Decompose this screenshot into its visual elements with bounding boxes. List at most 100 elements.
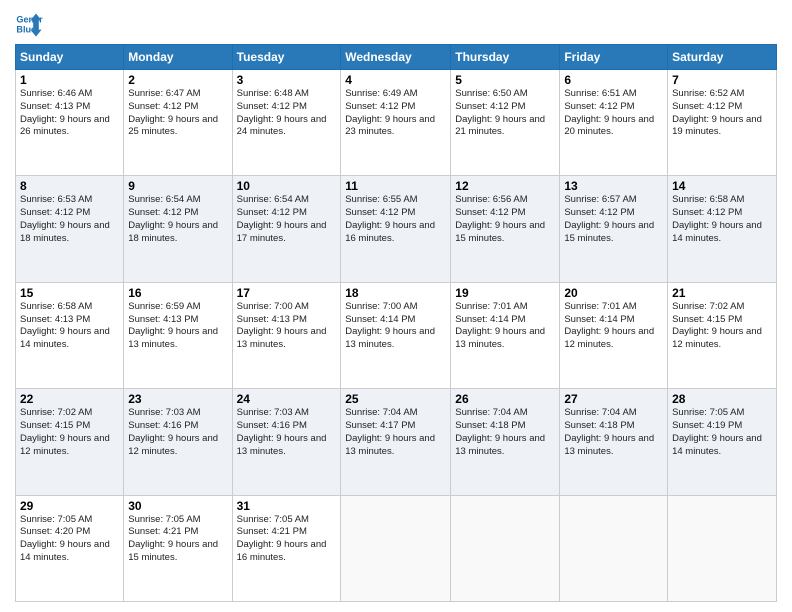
- day-number: 19: [455, 286, 555, 300]
- sunset-label: Sunset: 4:12 PM: [345, 101, 415, 112]
- sunset-label: Sunset: 4:12 PM: [564, 101, 634, 112]
- sunset-label: Sunset: 4:13 PM: [20, 314, 90, 325]
- daylight-label: Daylight: 9 hours and 12 minutes.: [672, 326, 762, 350]
- day-info: Sunrise: 7:05 AM Sunset: 4:19 PM Dayligh…: [672, 407, 772, 458]
- day-header-wednesday: Wednesday: [341, 45, 451, 70]
- sunset-label: Sunset: 4:15 PM: [672, 314, 742, 325]
- calendar-cell: 23 Sunrise: 7:03 AM Sunset: 4:16 PM Dayl…: [124, 389, 232, 495]
- sunset-label: Sunset: 4:13 PM: [128, 314, 198, 325]
- calendar-week-1: 1 Sunrise: 6:46 AM Sunset: 4:13 PM Dayli…: [16, 70, 777, 176]
- sunrise-label: Sunrise: 7:01 AM: [455, 301, 527, 312]
- day-info: Sunrise: 6:51 AM Sunset: 4:12 PM Dayligh…: [564, 88, 663, 139]
- page: General Blue SundayMondayTuesdayWednesda…: [0, 0, 792, 612]
- sunset-label: Sunset: 4:19 PM: [672, 420, 742, 431]
- sunrise-label: Sunrise: 7:04 AM: [345, 407, 417, 418]
- day-info: Sunrise: 6:56 AM Sunset: 4:12 PM Dayligh…: [455, 194, 555, 245]
- sunrise-label: Sunrise: 6:47 AM: [128, 88, 200, 99]
- day-number: 27: [564, 392, 663, 406]
- calendar-cell: 27 Sunrise: 7:04 AM Sunset: 4:18 PM Dayl…: [560, 389, 668, 495]
- sunset-label: Sunset: 4:20 PM: [20, 526, 90, 537]
- sunrise-label: Sunrise: 7:05 AM: [672, 407, 744, 418]
- sunrise-label: Sunrise: 6:50 AM: [455, 88, 527, 99]
- day-info: Sunrise: 6:55 AM Sunset: 4:12 PM Dayligh…: [345, 194, 446, 245]
- day-number: 17: [237, 286, 337, 300]
- calendar-cell: 3 Sunrise: 6:48 AM Sunset: 4:12 PM Dayli…: [232, 70, 341, 176]
- calendar-cell: [668, 495, 777, 601]
- day-info: Sunrise: 6:50 AM Sunset: 4:12 PM Dayligh…: [455, 88, 555, 139]
- sunrise-label: Sunrise: 6:59 AM: [128, 301, 200, 312]
- daylight-label: Daylight: 9 hours and 16 minutes.: [237, 539, 327, 563]
- sunrise-label: Sunrise: 6:57 AM: [564, 194, 636, 205]
- sunrise-label: Sunrise: 7:02 AM: [672, 301, 744, 312]
- day-info: Sunrise: 6:47 AM Sunset: 4:12 PM Dayligh…: [128, 88, 227, 139]
- daylight-label: Daylight: 9 hours and 14 minutes.: [20, 326, 110, 350]
- calendar-cell: 24 Sunrise: 7:03 AM Sunset: 4:16 PM Dayl…: [232, 389, 341, 495]
- sunset-label: Sunset: 4:12 PM: [237, 207, 307, 218]
- day-number: 6: [564, 73, 663, 87]
- day-header-friday: Friday: [560, 45, 668, 70]
- day-number: 18: [345, 286, 446, 300]
- daylight-label: Daylight: 9 hours and 19 minutes.: [672, 114, 762, 138]
- daylight-label: Daylight: 9 hours and 14 minutes.: [672, 220, 762, 244]
- daylight-label: Daylight: 9 hours and 14 minutes.: [20, 539, 110, 563]
- calendar-header-row: SundayMondayTuesdayWednesdayThursdayFrid…: [16, 45, 777, 70]
- calendar-cell: 19 Sunrise: 7:01 AM Sunset: 4:14 PM Dayl…: [451, 282, 560, 388]
- daylight-label: Daylight: 9 hours and 13 minutes.: [345, 433, 435, 457]
- day-header-thursday: Thursday: [451, 45, 560, 70]
- sunset-label: Sunset: 4:12 PM: [128, 101, 198, 112]
- daylight-label: Daylight: 9 hours and 12 minutes.: [20, 433, 110, 457]
- day-info: Sunrise: 7:00 AM Sunset: 4:13 PM Dayligh…: [237, 301, 337, 352]
- day-info: Sunrise: 6:48 AM Sunset: 4:12 PM Dayligh…: [237, 88, 337, 139]
- sunrise-label: Sunrise: 7:04 AM: [455, 407, 527, 418]
- sunset-label: Sunset: 4:12 PM: [455, 207, 525, 218]
- day-number: 22: [20, 392, 119, 406]
- calendar-cell: 4 Sunrise: 6:49 AM Sunset: 4:12 PM Dayli…: [341, 70, 451, 176]
- sunset-label: Sunset: 4:17 PM: [345, 420, 415, 431]
- day-info: Sunrise: 7:03 AM Sunset: 4:16 PM Dayligh…: [237, 407, 337, 458]
- daylight-label: Daylight: 9 hours and 24 minutes.: [237, 114, 327, 138]
- sunset-label: Sunset: 4:18 PM: [455, 420, 525, 431]
- calendar-cell: 1 Sunrise: 6:46 AM Sunset: 4:13 PM Dayli…: [16, 70, 124, 176]
- calendar-body: 1 Sunrise: 6:46 AM Sunset: 4:13 PM Dayli…: [16, 70, 777, 602]
- calendar-cell: [451, 495, 560, 601]
- day-info: Sunrise: 6:54 AM Sunset: 4:12 PM Dayligh…: [128, 194, 227, 245]
- daylight-label: Daylight: 9 hours and 21 minutes.: [455, 114, 545, 138]
- day-number: 30: [128, 499, 227, 513]
- day-number: 5: [455, 73, 555, 87]
- daylight-label: Daylight: 9 hours and 26 minutes.: [20, 114, 110, 138]
- day-number: 31: [237, 499, 337, 513]
- day-info: Sunrise: 7:04 AM Sunset: 4:18 PM Dayligh…: [455, 407, 555, 458]
- sunrise-label: Sunrise: 7:01 AM: [564, 301, 636, 312]
- sunset-label: Sunset: 4:12 PM: [672, 207, 742, 218]
- sunrise-label: Sunrise: 6:55 AM: [345, 194, 417, 205]
- day-header-saturday: Saturday: [668, 45, 777, 70]
- day-number: 13: [564, 179, 663, 193]
- day-number: 11: [345, 179, 446, 193]
- calendar-cell: 16 Sunrise: 6:59 AM Sunset: 4:13 PM Dayl…: [124, 282, 232, 388]
- calendar-cell: 6 Sunrise: 6:51 AM Sunset: 4:12 PM Dayli…: [560, 70, 668, 176]
- day-number: 28: [672, 392, 772, 406]
- day-number: 25: [345, 392, 446, 406]
- sunset-label: Sunset: 4:18 PM: [564, 420, 634, 431]
- daylight-label: Daylight: 9 hours and 15 minutes.: [128, 539, 218, 563]
- sunrise-label: Sunrise: 6:58 AM: [20, 301, 92, 312]
- day-number: 26: [455, 392, 555, 406]
- daylight-label: Daylight: 9 hours and 13 minutes.: [237, 326, 327, 350]
- daylight-label: Daylight: 9 hours and 17 minutes.: [237, 220, 327, 244]
- calendar-cell: 10 Sunrise: 6:54 AM Sunset: 4:12 PM Dayl…: [232, 176, 341, 282]
- sunrise-label: Sunrise: 7:05 AM: [237, 514, 309, 525]
- calendar-week-2: 8 Sunrise: 6:53 AM Sunset: 4:12 PM Dayli…: [16, 176, 777, 282]
- sunset-label: Sunset: 4:21 PM: [237, 526, 307, 537]
- daylight-label: Daylight: 9 hours and 14 minutes.: [672, 433, 762, 457]
- daylight-label: Daylight: 9 hours and 16 minutes.: [345, 220, 435, 244]
- sunrise-label: Sunrise: 6:48 AM: [237, 88, 309, 99]
- day-info: Sunrise: 6:59 AM Sunset: 4:13 PM Dayligh…: [128, 301, 227, 352]
- day-info: Sunrise: 7:05 AM Sunset: 4:20 PM Dayligh…: [20, 514, 119, 565]
- day-number: 23: [128, 392, 227, 406]
- calendar-cell: [560, 495, 668, 601]
- sunrise-label: Sunrise: 6:51 AM: [564, 88, 636, 99]
- daylight-label: Daylight: 9 hours and 12 minutes.: [564, 326, 654, 350]
- calendar-cell: [341, 495, 451, 601]
- calendar-cell: 29 Sunrise: 7:05 AM Sunset: 4:20 PM Dayl…: [16, 495, 124, 601]
- day-header-monday: Monday: [124, 45, 232, 70]
